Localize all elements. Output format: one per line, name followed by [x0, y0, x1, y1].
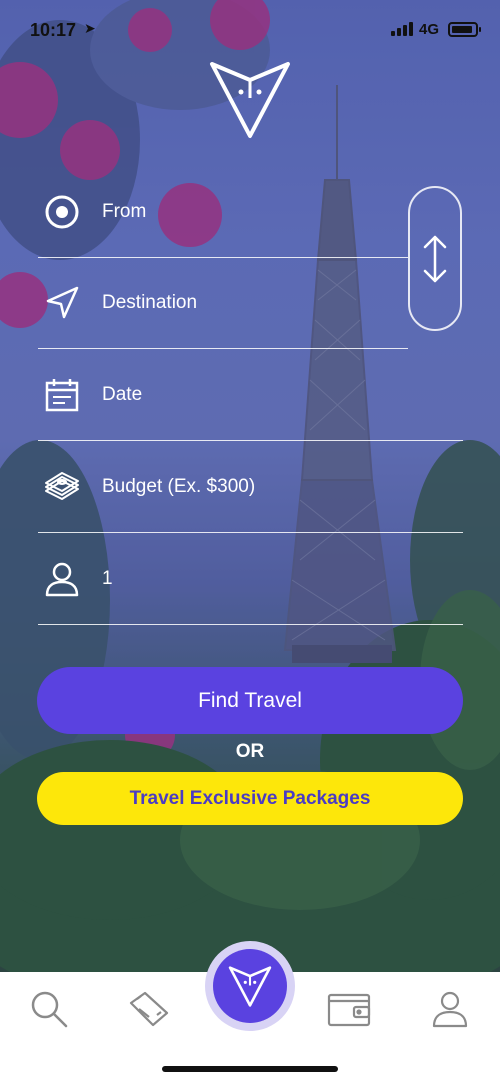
tab-tickets[interactable] [124, 984, 174, 1034]
exclusive-packages-button[interactable]: Travel Exclusive Packages [37, 772, 463, 825]
profile-icon [432, 991, 468, 1028]
logo-icon [228, 966, 272, 1007]
wallet-icon [327, 993, 371, 1027]
battery-icon [448, 22, 481, 37]
tab-home[interactable] [213, 949, 287, 1023]
tab-profile[interactable] [425, 984, 475, 1034]
navigation-arrow-icon [44, 285, 80, 321]
network-type: 4G [419, 21, 440, 38]
bottom-tab-bar [0, 941, 500, 1083]
travelers-count: 1 [102, 567, 113, 589]
signal-icon [391, 22, 413, 36]
origin-target-icon [44, 194, 80, 230]
from-field[interactable]: From [38, 166, 408, 258]
home-indicator [162, 1066, 338, 1072]
budget-field[interactable]: Budget (Ex. $300) [38, 441, 463, 533]
destination-placeholder: Destination [102, 291, 198, 313]
status-bar: 10:17 ➤ 4G [0, 0, 500, 60]
date-placeholder: Date [102, 383, 143, 405]
find-travel-button[interactable]: Find Travel [37, 667, 463, 734]
swap-vertical-icon [423, 235, 447, 283]
status-time: 10:17 [30, 20, 77, 40]
travelers-field[interactable]: 1 [38, 533, 463, 625]
date-field[interactable]: Date [38, 349, 463, 441]
destination-field[interactable]: Destination [38, 257, 408, 349]
swap-locations-button[interactable] [408, 186, 462, 331]
app-logo [208, 58, 292, 140]
person-icon [44, 561, 80, 597]
tab-search[interactable] [24, 984, 74, 1034]
or-separator: OR [235, 741, 265, 762]
from-placeholder: From [102, 200, 147, 222]
location-arrow-icon: ➤ [84, 20, 96, 36]
money-stack-icon [44, 469, 80, 505]
search-icon [31, 991, 68, 1028]
tab-wallet[interactable] [324, 984, 374, 1034]
tickets-icon [129, 991, 169, 1027]
calendar-icon [44, 377, 80, 413]
budget-placeholder: Budget (Ex. $300) [102, 475, 256, 497]
